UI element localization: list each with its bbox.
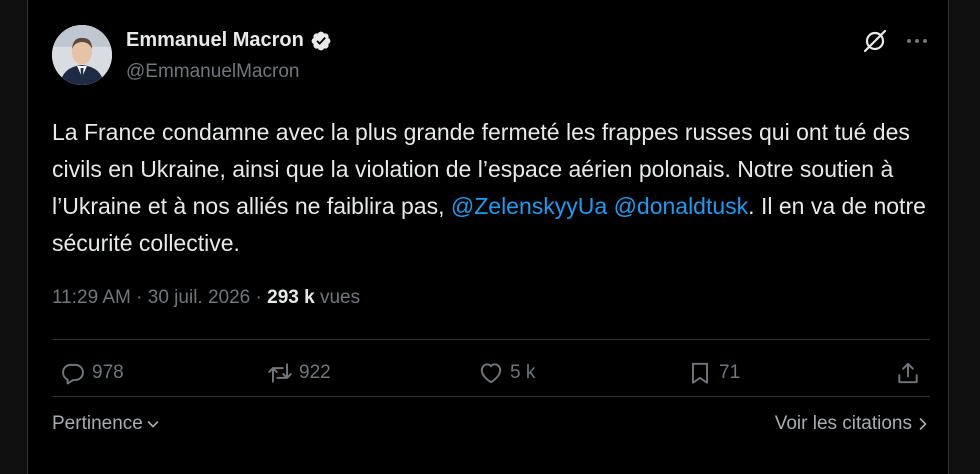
meta-separator: ·	[255, 287, 262, 308]
reply-button[interactable]: 978	[60, 360, 124, 386]
action-bar: 978 922 5 k 71	[52, 360, 930, 396]
views-label: vues	[319, 287, 361, 308]
author-name-row: Emmanuel Macron	[126, 29, 332, 52]
repost-icon	[268, 363, 292, 383]
sort-dropdown[interactable]: Pertinence	[52, 413, 161, 435]
views-count: 293 k	[267, 287, 315, 308]
more-icon[interactable]	[905, 31, 929, 51]
share-icon	[898, 362, 918, 384]
repost-button[interactable]: 922	[267, 360, 331, 386]
repost-count: 922	[299, 362, 331, 383]
tweet-text: La France condamne avec la plus grande f…	[52, 114, 932, 262]
like-icon	[480, 363, 502, 384]
bookmark-button[interactable]: 71	[687, 360, 740, 386]
chevron-right-icon	[919, 418, 927, 430]
divider	[52, 396, 930, 397]
grok-icon[interactable]	[862, 28, 888, 54]
tweet-date[interactable]: 30 juil. 2026	[148, 287, 250, 308]
bookmark-count: 71	[719, 362, 741, 383]
tweet-meta: 11:29 AM · 30 juil. 2026 · 293 k vues	[52, 287, 360, 309]
avatar[interactable]	[52, 25, 112, 85]
view-quotes-link[interactable]: Voir les citations	[775, 413, 930, 435]
mention-donaldtusk[interactable]: @donaldtusk	[614, 193, 749, 219]
meta-separator: ·	[136, 287, 143, 308]
view-quotes-label: Voir les citations	[774, 413, 912, 434]
mention-zelenskyy[interactable]: @ZelenskyyUa	[451, 193, 607, 219]
author-name[interactable]: Emmanuel Macron	[126, 29, 304, 52]
chevron-down-icon	[147, 421, 159, 428]
verified-icon	[311, 31, 331, 50]
author-handle[interactable]: @EmmanuelMacron	[126, 61, 299, 83]
like-button[interactable]: 5 k	[478, 360, 535, 386]
divider	[52, 339, 930, 340]
share-button[interactable]	[895, 360, 921, 386]
sort-label: Pertinence	[52, 413, 143, 434]
reply-count: 978	[92, 362, 124, 383]
tweet-time[interactable]: 11:29 AM	[52, 287, 131, 308]
reply-icon	[62, 363, 84, 385]
bookmark-icon	[691, 362, 709, 384]
like-count: 5 k	[510, 362, 536, 383]
